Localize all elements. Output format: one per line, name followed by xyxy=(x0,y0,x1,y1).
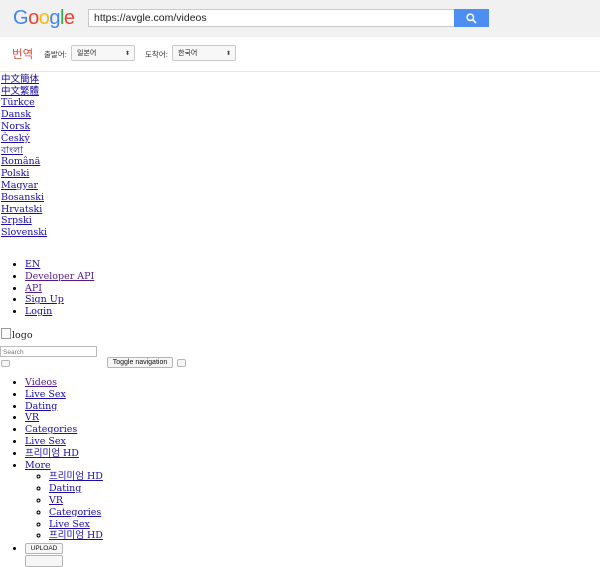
menu-item-login: Login xyxy=(25,306,94,318)
translate-go-button[interactable] xyxy=(454,9,489,27)
search-input[interactable]: Search xyxy=(0,346,97,357)
magnifier-icon xyxy=(466,13,477,24)
submenu-item: VR xyxy=(49,495,103,507)
language-link[interactable]: Polski xyxy=(1,168,201,180)
menu-link-api[interactable]: API xyxy=(25,283,42,294)
language-link[interactable]: Română xyxy=(1,156,201,168)
submenu-link-dating[interactable]: Dating xyxy=(49,483,81,494)
upload-button[interactable]: UPLOAD xyxy=(25,543,63,554)
submenu-link-vr[interactable]: VR xyxy=(49,495,63,506)
menu-item-sign-up: Sign Up xyxy=(25,294,94,306)
logo-letter-g: G xyxy=(13,7,29,29)
language-link[interactable]: Norsk xyxy=(1,121,201,133)
language-link[interactable]: Slovenski xyxy=(1,227,201,239)
upload-dropdown-box[interactable] xyxy=(25,555,63,567)
nav-item: Videos xyxy=(25,377,103,389)
nav-link-premium-hd[interactable]: 프리미엄 HD xyxy=(25,448,79,459)
language-link[interactable]: Český xyxy=(1,133,201,145)
submenu-item: Dating xyxy=(49,483,103,495)
more-submenu: 프리미엄 HD Dating VR Categories Live Sex 프리… xyxy=(25,471,103,542)
broken-image-icon xyxy=(1,328,11,339)
main-nav: Videos Live Sex Dating VR Categories Liv… xyxy=(0,377,103,542)
submenu-link-live-sex[interactable]: Live Sex xyxy=(49,519,90,530)
upload-list xyxy=(0,543,25,553)
nav-link-categories[interactable]: Categories xyxy=(25,424,77,435)
nav-link-live-sex-2[interactable]: Live Sex xyxy=(25,436,66,447)
nav-link-more[interactable]: More xyxy=(25,460,51,471)
language-link[interactable]: 中文繁體 xyxy=(1,86,201,98)
submenu-link-categories[interactable]: Categories xyxy=(49,507,101,518)
source-language-label: 출발어: xyxy=(44,50,67,59)
nav-item: VR xyxy=(25,412,103,424)
language-link[interactable]: 中文簡体 xyxy=(1,74,201,86)
language-link[interactable]: বাংলা xyxy=(1,145,201,157)
logo-letter-o2: o xyxy=(38,7,50,29)
submenu-item: 프리미엄 HD xyxy=(49,530,103,542)
language-link[interactable]: Hrvatski xyxy=(1,204,201,216)
submenu-item: Live Sex xyxy=(49,519,103,531)
language-link[interactable]: Magyar xyxy=(1,180,201,192)
language-link[interactable]: Türkçe xyxy=(1,97,201,109)
select-arrows-icon: ⬍ xyxy=(124,51,130,57)
nav-item: Dating xyxy=(25,401,103,413)
menu-link-login[interactable]: Login xyxy=(25,306,52,317)
small-button[interactable] xyxy=(177,359,186,367)
language-link[interactable]: Srpski xyxy=(1,215,201,227)
nav-link-videos[interactable]: Videos xyxy=(25,377,57,388)
site-logo-alt: logo xyxy=(12,330,33,341)
select-arrows-icon: ⬍ xyxy=(225,51,231,57)
nav-link-live-sex[interactable]: Live Sex xyxy=(25,389,66,400)
menu-item-en: EN xyxy=(25,259,94,271)
menu-item-developer-api: Developer API xyxy=(25,271,94,283)
logo-letter-o1: o xyxy=(28,7,39,29)
menu-link-sign-up[interactable]: Sign Up xyxy=(25,294,64,305)
menu-link-en[interactable]: EN xyxy=(25,259,40,270)
language-list: 한국어 中文簡体 中文繁體 Türkçe Dansk Norsk Český ব… xyxy=(1,62,201,239)
language-link[interactable]: Bosanski xyxy=(1,192,201,204)
small-button[interactable] xyxy=(1,360,10,367)
target-language-select[interactable]: 한국어 ⬍ xyxy=(172,45,236,61)
nav-item: 프리미엄 HD xyxy=(25,448,103,460)
menu-item-api: API xyxy=(25,283,94,295)
top-menu: EN Developer API API Sign Up Login xyxy=(0,259,94,318)
translate-options-bar: 번역 출발어: 일본어 ⬍ 도착어: 한국어 ⬍ xyxy=(0,37,600,72)
url-input[interactable]: https://avgle.com/videos xyxy=(88,9,459,27)
logo-letter-g2: g xyxy=(49,7,60,29)
nav-item: More 프리미엄 HD Dating VR Categories Live S… xyxy=(25,460,103,543)
submenu-item: Categories xyxy=(49,507,103,519)
nav-item: Live Sex xyxy=(25,436,103,448)
google-logo[interactable]: Google xyxy=(13,7,75,30)
nav-link-vr[interactable]: VR xyxy=(25,412,39,423)
nav-link-dating[interactable]: Dating xyxy=(25,401,57,412)
translate-top-bar: Google https://avgle.com/videos xyxy=(0,0,600,37)
language-link[interactable]: Dansk xyxy=(1,109,201,121)
menu-link-developer-api[interactable]: Developer API xyxy=(25,271,94,282)
toggle-navigation-button[interactable]: Toggle navigation xyxy=(107,357,173,368)
logo-letter-e: e xyxy=(63,7,75,29)
target-language-label: 도착어: xyxy=(145,50,168,59)
submenu-link-premium-hd-2[interactable]: 프리미엄 HD xyxy=(49,530,103,541)
nav-item: Categories xyxy=(25,424,103,436)
submenu-item: 프리미엄 HD xyxy=(49,471,103,483)
nav-item: Live Sex xyxy=(25,389,103,401)
site-logo[interactable]: logo xyxy=(1,328,33,341)
translate-title: 번역 xyxy=(12,49,34,61)
source-language-select[interactable]: 일본어 ⬍ xyxy=(71,45,135,61)
submenu-link-premium-hd[interactable]: 프리미엄 HD xyxy=(49,471,103,482)
target-language-value: 한국어 xyxy=(178,50,198,57)
source-language-value: 일본어 xyxy=(77,50,97,57)
